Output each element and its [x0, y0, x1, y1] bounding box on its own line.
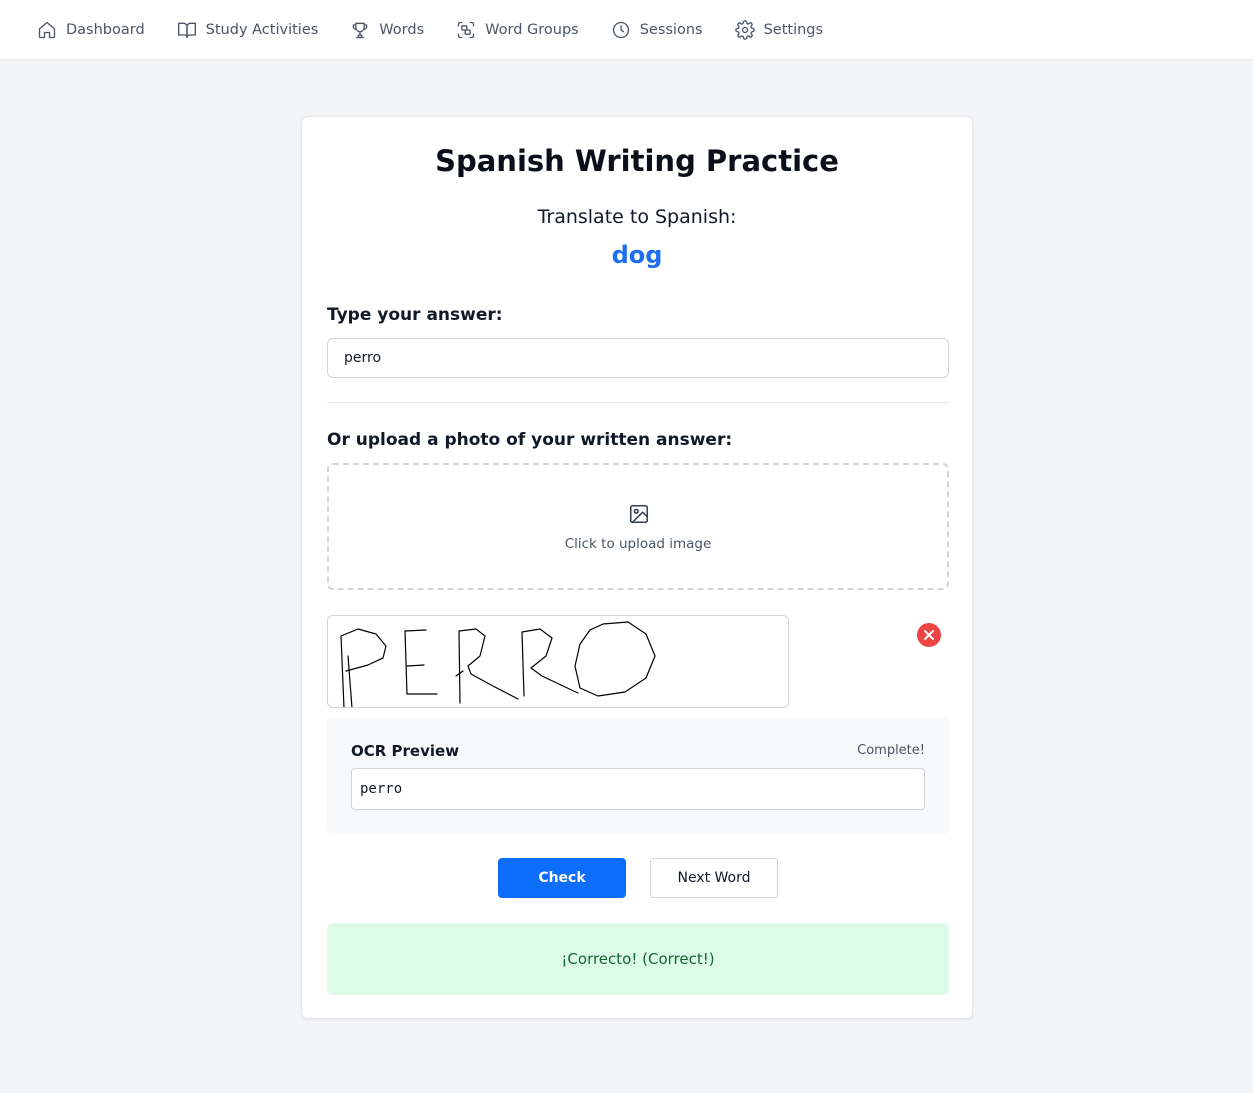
nav-label-study-activities: Study Activities [205, 21, 319, 38]
divider [327, 402, 949, 403]
upload-label: Or upload a photo of your written answer… [327, 430, 733, 450]
image-icon [629, 504, 649, 524]
nav-label-words: Words [379, 21, 425, 38]
check-button[interactable]: Check [498, 858, 626, 898]
result-text: ¡Correcto! (Correct!) [561, 950, 715, 968]
home-icon [38, 21, 56, 38]
ocr-preview-title: OCR Preview [351, 742, 460, 760]
result-message: ¡Correcto! (Correct!) [327, 923, 949, 995]
book-open-icon [177, 22, 196, 38]
close-icon [924, 630, 934, 640]
target-word: dog [611, 241, 663, 269]
handwritten-perro-image [340, 621, 656, 707]
top-navigation: Dashboard Study Activities Words Word Gr… [0, 0, 1253, 60]
nav-label-settings: Settings [763, 21, 824, 38]
ocr-status: Complete! [857, 743, 925, 758]
clock-icon [612, 21, 629, 38]
practice-card: Spanish Writing Practice Translate to Sp… [301, 116, 973, 1019]
nav-item-dashboard[interactable]: Dashboard [37, 18, 145, 42]
nav-label-dashboard: Dashboard [66, 21, 145, 38]
answer-label: Type your answer: [327, 305, 503, 325]
ocr-preview-panel: OCR Preview Complete! [327, 717, 949, 834]
uploaded-image-preview [327, 615, 789, 708]
image-upload-dropzone[interactable]: Click to upload image [327, 463, 949, 590]
answer-input[interactable] [327, 338, 949, 378]
translate-prompt: Translate to Spanish: [537, 206, 737, 228]
nav-label-sessions: Sessions [639, 21, 703, 38]
scan-group-icon [457, 21, 475, 38]
gear-icon [734, 19, 755, 40]
nav-item-settings[interactable]: Settings [734, 18, 824, 42]
nav-label-word-groups: Word Groups [485, 21, 579, 38]
ocr-result-field[interactable] [351, 768, 925, 810]
nav-item-sessions[interactable]: Sessions [611, 18, 703, 42]
next-word-button[interactable]: Next Word [650, 858, 778, 898]
nav-item-study-activities[interactable]: Study Activities [177, 18, 319, 42]
dropzone-text: Click to upload image [564, 536, 712, 552]
remove-image-button[interactable] [917, 623, 941, 647]
nav-item-word-groups[interactable]: Word Groups [456, 18, 579, 42]
page-title: Spanish Writing Practice [435, 144, 839, 178]
trophy-icon [352, 22, 368, 38]
nav-item-words[interactable]: Words [350, 18, 424, 42]
